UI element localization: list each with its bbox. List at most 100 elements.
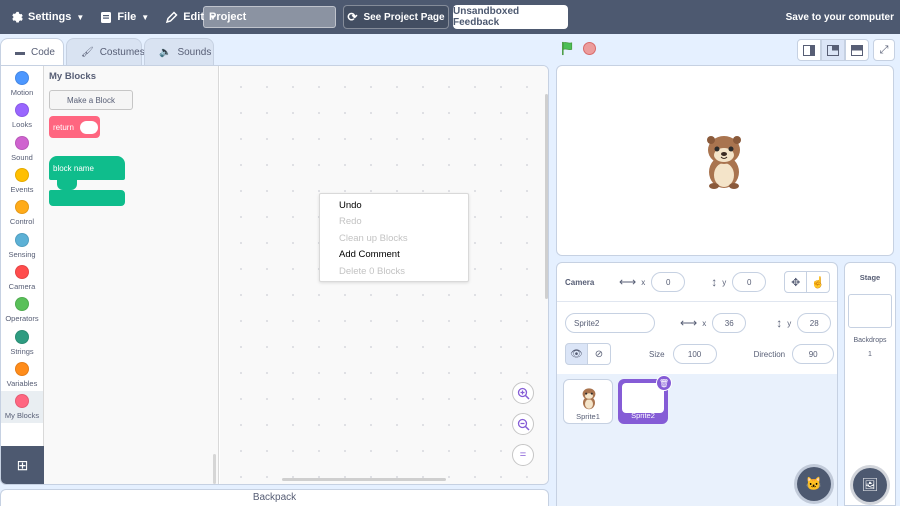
category-variables[interactable]: Variables	[1, 359, 43, 391]
green-flag-icon[interactable]	[560, 41, 575, 56]
see-project-page-button[interactable]: ⟳ See Project Page	[343, 5, 449, 29]
tab-costumes[interactable]: 🖌 Costumes	[66, 38, 145, 66]
cat-plus-icon: 🐱	[805, 476, 823, 491]
backdrops-count: 1	[868, 351, 872, 358]
palette-scrollbar[interactable]	[213, 454, 216, 484]
category-color-dot	[15, 103, 29, 117]
tab-sounds[interactable]: 🔈 Sounds	[144, 38, 214, 66]
direction-label: Direction	[753, 349, 786, 359]
stop-icon[interactable]	[583, 42, 596, 55]
show-sprite-button[interactable]: 👁	[565, 343, 588, 365]
hide-sprite-button[interactable]: ⊘	[588, 343, 611, 365]
category-label: Operators	[5, 314, 39, 323]
direction-input[interactable]	[792, 344, 835, 364]
sprite-thumbnail-selected[interactable]: Sprite2 🗑	[618, 375, 672, 424]
camera-x-input[interactable]	[651, 272, 686, 292]
category-color-dot	[15, 136, 29, 150]
camera-move-button[interactable]: ✥	[784, 271, 808, 293]
pencil-icon	[166, 10, 178, 23]
return-block[interactable]: return	[49, 116, 100, 138]
horizontal-stage-icon	[851, 44, 863, 56]
category-my-blocks[interactable]: My Blocks	[1, 391, 43, 423]
camera-y-input[interactable]	[732, 272, 767, 292]
zoom-out-button[interactable]	[512, 413, 534, 435]
category-control[interactable]: Control	[1, 197, 43, 229]
category-color-dot	[15, 168, 29, 182]
category-events[interactable]: Events	[1, 165, 43, 197]
delete-sprite-button[interactable]: 🗑	[656, 375, 672, 391]
stage-size-toggle	[797, 39, 869, 61]
file-menu[interactable]: File ▼	[92, 0, 157, 34]
sprite-x-input[interactable]	[712, 313, 747, 333]
small-stage-button[interactable]	[797, 39, 821, 61]
tab-code-label: Code	[31, 47, 55, 58]
feedback-button[interactable]: Unsandboxed Feedback	[453, 5, 568, 29]
zoom-reset-button[interactable]: =	[512, 444, 534, 466]
category-looks[interactable]: Looks	[1, 100, 43, 132]
project-title-input[interactable]	[203, 6, 336, 28]
make-a-block-button[interactable]: Make a Block	[49, 90, 133, 110]
category-color-dot	[15, 362, 29, 376]
small-stage-icon	[803, 44, 815, 56]
chevron-down-icon: ▼	[76, 12, 85, 22]
category-label: My Blocks	[4, 411, 40, 420]
category-motion[interactable]: Motion	[1, 68, 43, 100]
horizontal-scrollbar[interactable]	[282, 478, 446, 481]
category-label: Camera	[8, 282, 36, 291]
otter-thumbnail-icon	[582, 388, 596, 410]
category-sound[interactable]: Sound	[1, 133, 43, 165]
otter-sprite[interactable]	[700, 130, 748, 190]
category-operators[interactable]: Operators	[1, 294, 43, 326]
backpack[interactable]: Backpack	[0, 489, 549, 506]
sprite-name-input[interactable]	[565, 313, 655, 333]
camera-label: Camera	[565, 277, 595, 287]
category-strings[interactable]: Strings	[1, 327, 43, 359]
size-input[interactable]	[672, 344, 717, 364]
large-stage-button[interactable]	[821, 39, 845, 61]
context-add-comment[interactable]: Add Comment	[320, 247, 468, 264]
sprite-thumbnail[interactable]: Sprite1	[563, 379, 613, 424]
eye-icon: 👁	[570, 348, 583, 360]
sprite-x-label: x	[702, 318, 707, 328]
horizontal-stage-button[interactable]	[845, 39, 869, 61]
category-label: Motion	[10, 88, 34, 97]
category-sensing[interactable]: Sensing	[1, 230, 43, 262]
settings-menu[interactable]: Settings ▼	[2, 0, 92, 34]
camera-x-label: x	[641, 277, 646, 287]
add-extension-button[interactable]: ⊞	[1, 446, 44, 484]
vertical-scrollbar[interactable]	[545, 94, 548, 299]
return-block-label: return	[53, 122, 74, 132]
define-block[interactable]: block name	[49, 156, 125, 206]
camera-pick-button[interactable]: ☝	[807, 271, 831, 293]
stage-thumbnail[interactable]	[848, 294, 892, 328]
context-undo[interactable]: Undo	[320, 197, 468, 214]
tab-costumes-label: Costumes	[99, 47, 145, 58]
move-arrows-icon: ✥	[791, 276, 801, 289]
image-plus-icon: 🖼	[861, 477, 879, 492]
backdrops-label: Backdrops	[853, 337, 887, 344]
sprite-thumbnail-label: Sprite1	[576, 412, 600, 421]
settings-label: Settings	[28, 11, 72, 23]
add-sprite-button[interactable]: 🐱	[797, 467, 831, 501]
return-value-slot[interactable]	[79, 120, 98, 134]
size-label: Size	[649, 349, 665, 359]
tab-code[interactable]: ▬ Code	[0, 38, 64, 66]
category-menu: Motion Looks Sound Events Control Sensin…	[1, 66, 44, 484]
large-stage-icon	[827, 44, 839, 56]
category-label: Sound	[11, 153, 33, 162]
speaker-icon: 🔈	[159, 47, 172, 58]
sprite-y-input[interactable]	[797, 313, 832, 333]
trash-icon: 🗑	[658, 378, 670, 388]
zoom-out-icon	[517, 418, 530, 431]
save-to-computer-button[interactable]: Save to your computer	[786, 0, 894, 34]
add-backdrop-button[interactable]: 🖼	[853, 468, 887, 502]
camera-row: Camera ⟷ x ↕ y ✥ ☝	[557, 271, 837, 293]
category-camera[interactable]: Camera	[1, 262, 43, 294]
script-area[interactable]: Undo Redo Clean up Blocks Add Comment De…	[220, 66, 548, 484]
fullscreen-button[interactable]: ⤢	[873, 39, 895, 61]
code-icon: ▬	[15, 47, 25, 58]
file-label: File	[117, 11, 137, 23]
stage-selector-pane[interactable]: Stage Backdrops 1 🖼	[844, 262, 896, 506]
zoom-reset-icon: =	[519, 449, 527, 461]
zoom-in-button[interactable]	[512, 382, 534, 404]
